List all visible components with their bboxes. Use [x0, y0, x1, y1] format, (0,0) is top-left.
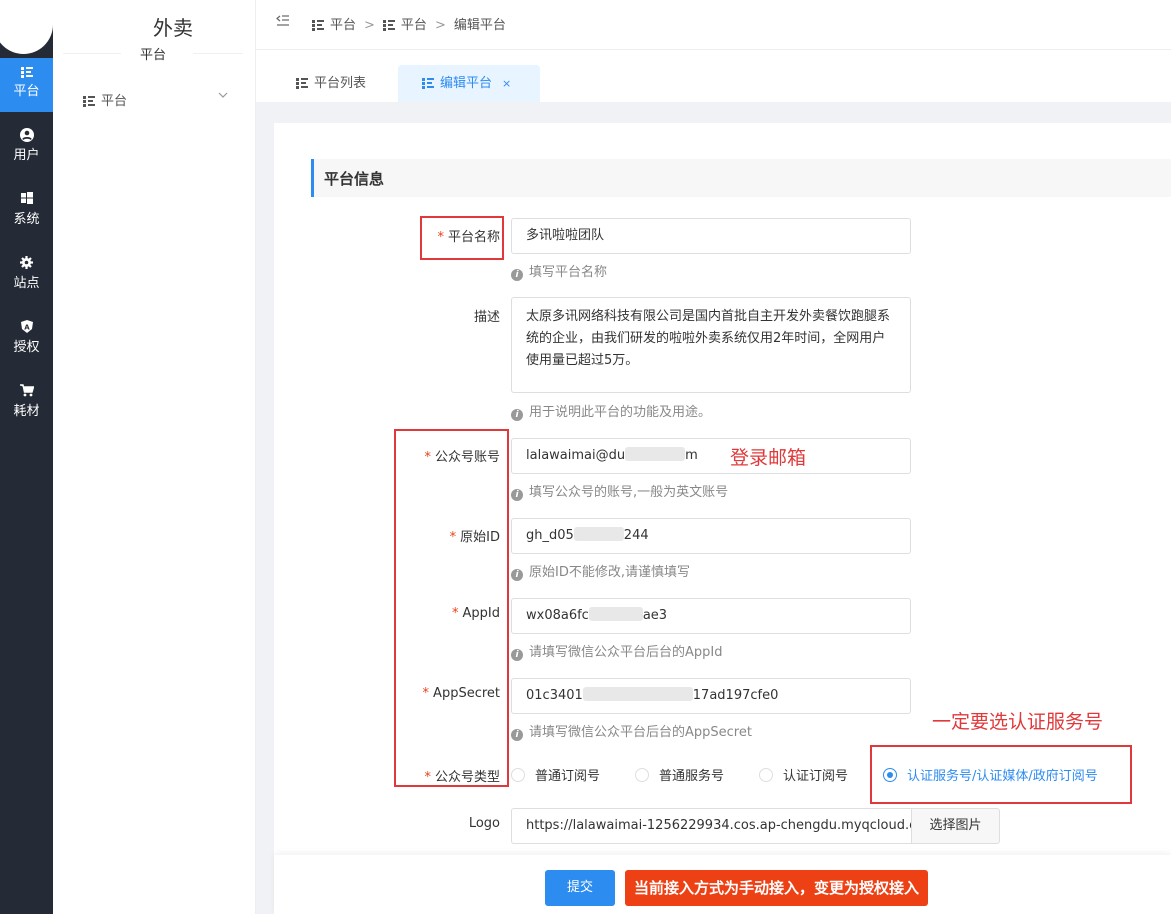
tab-edit-platform[interactable]: 编辑平台 × — [398, 65, 540, 102]
list-icon — [422, 78, 434, 89]
breadcrumb-item[interactable]: 平台 — [312, 18, 356, 33]
sidebar-title: 外卖 — [153, 16, 193, 40]
radio-circle — [635, 768, 649, 782]
original-id-help: i 原始ID不能修改,请谨慎填写 — [511, 561, 690, 581]
list-icon — [312, 20, 324, 31]
tab-label: 编辑平台 — [440, 76, 493, 91]
appid-help: i 请填写微信公众平台后台的AppId — [511, 641, 722, 661]
nav-item-label: 系统 — [13, 212, 40, 227]
info-icon: i — [511, 269, 523, 281]
tab-platform-list[interactable]: 平台列表 — [296, 65, 396, 102]
choose-image-button[interactable]: 选择图片 — [911, 808, 1000, 844]
section-header: 平台信息 — [311, 159, 1171, 197]
sidebar-item-label: 平台 — [101, 94, 128, 109]
breadcrumb-separator: > — [434, 18, 446, 33]
nav-item-label: 平台 — [13, 84, 40, 99]
tab-label: 平台列表 — [314, 76, 367, 91]
info-icon: i — [511, 569, 523, 581]
annotation-box-account-type — [870, 745, 1132, 804]
main-nav: 平台 用户 系统 站点 A 授权 耗材 — [0, 0, 53, 914]
top-bar: 平台 > 平台 > 编辑平台 — [256, 0, 1171, 50]
logo-url-input[interactable]: https://lalawaimai-1256229934.cos.ap-che… — [511, 808, 911, 844]
nav-item-label: 用户 — [13, 148, 40, 163]
breadcrumb-item[interactable]: 平台 — [382, 18, 427, 33]
close-icon[interactable]: × — [502, 77, 511, 90]
annotation-login-email: 登录邮箱 — [730, 447, 807, 469]
nav-item-platform[interactable]: 平台 — [0, 58, 53, 112]
menu-collapse-icon[interactable] — [276, 15, 289, 31]
annotation-must-select: 一定要选认证服务号 — [932, 711, 1104, 733]
radio-normal-service[interactable]: 普通服务号 — [635, 765, 724, 784]
platform-name-input[interactable]: 多讯啦啦团队 — [511, 218, 911, 254]
radio-normal-subscription[interactable]: 普通订阅号 — [511, 765, 600, 784]
user-icon — [0, 128, 53, 144]
nav-item-label: 授权 — [13, 340, 40, 355]
info-icon: i — [511, 729, 523, 741]
sub-sidebar: 外卖 平台 平台 — [53, 0, 256, 914]
appsecret-help: i 请填写微信公众平台后台的AppSecret — [511, 721, 752, 741]
radio-circle — [511, 768, 525, 782]
appid-input[interactable]: wx08a6fc ae3 — [511, 598, 911, 634]
shield-icon: A — [0, 320, 53, 336]
section-title: 平台信息 — [324, 170, 385, 188]
list-icon — [296, 78, 308, 89]
nav-item-label: 站点 — [13, 276, 40, 291]
appsecret-input[interactable]: 01c3401 17ad197cfe0 — [511, 678, 911, 714]
info-icon: i — [511, 489, 523, 501]
description-label: 描述 — [473, 310, 500, 325]
description-textarea[interactable]: 太原多讯网络科技有限公司是国内首批自主开发外卖餐饮跑腿系统的企业，由我们研发的啦… — [511, 297, 911, 393]
breadcrumb-current: 编辑平台 — [453, 18, 506, 33]
original-id-input[interactable]: gh_d05 244 — [511, 518, 911, 554]
nav-item-auth[interactable]: A 授权 — [0, 314, 53, 368]
platform-name-help: i 填写平台名称 — [511, 261, 607, 281]
breadcrumb-separator: > — [364, 18, 375, 33]
annotation-box-required-fields — [394, 429, 509, 787]
account-help: i 填写公众号的账号,一般为英文账号 — [511, 481, 728, 501]
logo — [0, 0, 53, 54]
breadcrumb: 平台 > 平台 > 编辑平台 — [312, 14, 506, 33]
info-icon: i — [511, 649, 523, 661]
nav-item-label: 耗材 — [13, 404, 40, 419]
switch-to-authorized-access-button[interactable]: 当前接入方式为手动接入，变更为授权接入 — [625, 870, 928, 906]
cart-icon — [0, 384, 53, 400]
radio-verified-subscription[interactable]: 认证订阅号 — [759, 765, 848, 784]
info-icon: i — [511, 409, 523, 421]
tabs-bar: 平台列表 编辑平台 × — [256, 50, 1171, 102]
gear-icon — [0, 256, 53, 272]
submit-button[interactable]: 提交 — [545, 870, 615, 906]
sidebar-item-platform[interactable]: 平台 — [83, 90, 228, 110]
list-icon — [0, 64, 53, 80]
radio-circle — [759, 768, 773, 782]
description-help: i 用于说明此平台的功能及用途。 — [511, 401, 711, 421]
list-icon — [382, 20, 395, 31]
nav-item-user[interactable]: 用户 — [0, 122, 53, 176]
list-icon — [83, 96, 95, 107]
svg-text:A: A — [24, 324, 30, 332]
nav-item-system[interactable]: 系统 — [0, 186, 53, 240]
nav-item-site[interactable]: 站点 — [0, 250, 53, 304]
nav-item-supplies[interactable]: 耗材 — [0, 378, 53, 432]
sidebar-subtitle: 平台 — [140, 48, 167, 63]
annotation-box-platform-name — [420, 216, 504, 260]
chevron-down-icon — [218, 90, 228, 103]
logo-label: Logo — [468, 816, 500, 831]
account-input[interactable]: lalawaimai@du m — [511, 438, 911, 474]
windows-icon — [0, 192, 53, 208]
